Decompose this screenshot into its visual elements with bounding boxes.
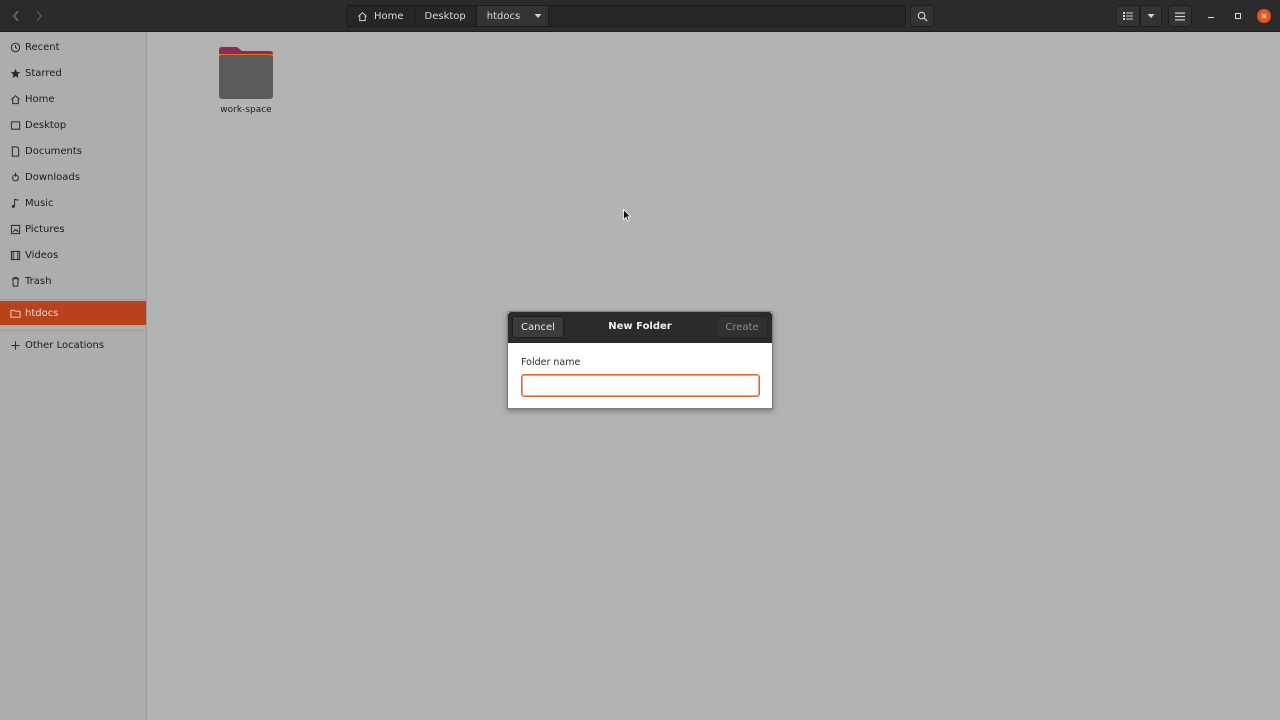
chevron-right-icon <box>36 10 42 22</box>
folder-name-label: Folder name <box>521 357 581 368</box>
dialog-header: Cancel New Folder Create <box>508 312 772 343</box>
chevron-left-icon <box>13 10 19 22</box>
home-icon <box>358 11 367 21</box>
dialog-body: Folder name <box>508 343 772 397</box>
trash-icon <box>9 275 21 287</box>
header-bar: Home Desktop htdocs <box>0 0 1280 32</box>
picture-icon <box>9 223 21 235</box>
sidebar-item-documents[interactable]: Documents <box>0 138 146 164</box>
new-folder-dialog: Cancel New Folder Create Folder name <box>507 311 773 409</box>
sidebar-item-trash[interactable]: Trash <box>0 268 146 294</box>
sidebar-divider <box>0 299 146 300</box>
main-menu-button[interactable] <box>1168 5 1192 27</box>
plus-icon <box>9 339 21 351</box>
video-icon <box>9 249 21 261</box>
minimize-icon <box>1208 17 1214 18</box>
folder-item[interactable]: work-space <box>213 46 279 115</box>
chevron-down-icon <box>1147 14 1155 18</box>
sidebar-item-label: Other Locations <box>25 339 105 351</box>
music-icon <box>9 197 21 209</box>
sidebar-item-other-locations[interactable]: Other Locations <box>0 332 146 358</box>
close-button[interactable] <box>1257 9 1271 23</box>
list-view-icon <box>1123 12 1133 20</box>
sidebar-item-label: Home <box>25 93 55 105</box>
breadcrumb-desktop[interactable]: Desktop <box>415 6 477 26</box>
sidebar-item-label: Desktop <box>25 119 67 131</box>
maximize-icon <box>1235 13 1241 19</box>
forward-button[interactable] <box>28 6 50 26</box>
sidebar-item-music[interactable]: Music <box>0 190 146 216</box>
sidebar: Recent Starred Home Desktop Documents Do… <box>0 32 147 720</box>
folder-icon <box>9 307 21 319</box>
breadcrumb-home[interactable]: Home <box>347 6 415 26</box>
sidebar-item-recent[interactable]: Recent <box>0 34 146 60</box>
sidebar-item-label: Trash <box>25 275 52 287</box>
maximize-button[interactable] <box>1231 9 1245 23</box>
home-icon <box>9 93 21 105</box>
sidebar-item-htdocs[interactable]: htdocs <box>0 301 146 325</box>
sidebar-item-label: Recent <box>25 41 60 53</box>
download-icon <box>9 171 21 183</box>
sidebar-item-downloads[interactable]: Downloads <box>0 164 146 190</box>
document-icon <box>9 145 21 157</box>
sidebar-item-label: Pictures <box>25 223 65 235</box>
breadcrumb-htdocs[interactable]: htdocs <box>476 6 550 26</box>
search-button[interactable] <box>910 5 934 27</box>
view-options-button[interactable] <box>1140 5 1162 27</box>
sidebar-item-videos[interactable]: Videos <box>0 242 146 268</box>
sidebar-item-starred[interactable]: Starred <box>0 60 146 86</box>
star-icon <box>9 67 21 79</box>
create-button[interactable]: Create <box>716 316 768 338</box>
close-icon <box>1261 13 1267 19</box>
folder-icon <box>217 46 275 102</box>
hamburger-menu-icon <box>1175 12 1185 20</box>
mouse-cursor-icon <box>623 209 631 222</box>
sidebar-item-label: Documents <box>25 145 83 157</box>
path-bar: Home Desktop htdocs <box>346 5 906 27</box>
sidebar-item-label: Videos <box>25 249 59 261</box>
breadcrumb-label: Home <box>374 10 404 22</box>
sidebar-item-label: Downloads <box>25 171 80 183</box>
sidebar-item-label: Music <box>25 197 54 209</box>
chevron-down-icon <box>534 14 542 18</box>
breadcrumb-label: htdocs <box>486 10 521 22</box>
sidebar-item-pictures[interactable]: Pictures <box>0 216 146 242</box>
file-name: work-space <box>220 105 272 115</box>
desktop-icon <box>9 119 21 131</box>
sidebar-item-home[interactable]: Home <box>0 86 146 112</box>
back-button[interactable] <box>5 6 27 26</box>
sidebar-divider <box>0 330 146 331</box>
clock-icon <box>9 41 21 53</box>
sidebar-item-label: htdocs <box>25 307 59 319</box>
breadcrumb-label: Desktop <box>424 10 466 22</box>
minimize-button[interactable] <box>1204 9 1218 23</box>
sidebar-item-desktop[interactable]: Desktop <box>0 112 146 138</box>
search-icon <box>917 11 928 22</box>
sidebar-item-label: Starred <box>25 67 62 79</box>
view-toggle-button[interactable] <box>1116 5 1140 27</box>
folder-name-input[interactable] <box>521 374 760 397</box>
